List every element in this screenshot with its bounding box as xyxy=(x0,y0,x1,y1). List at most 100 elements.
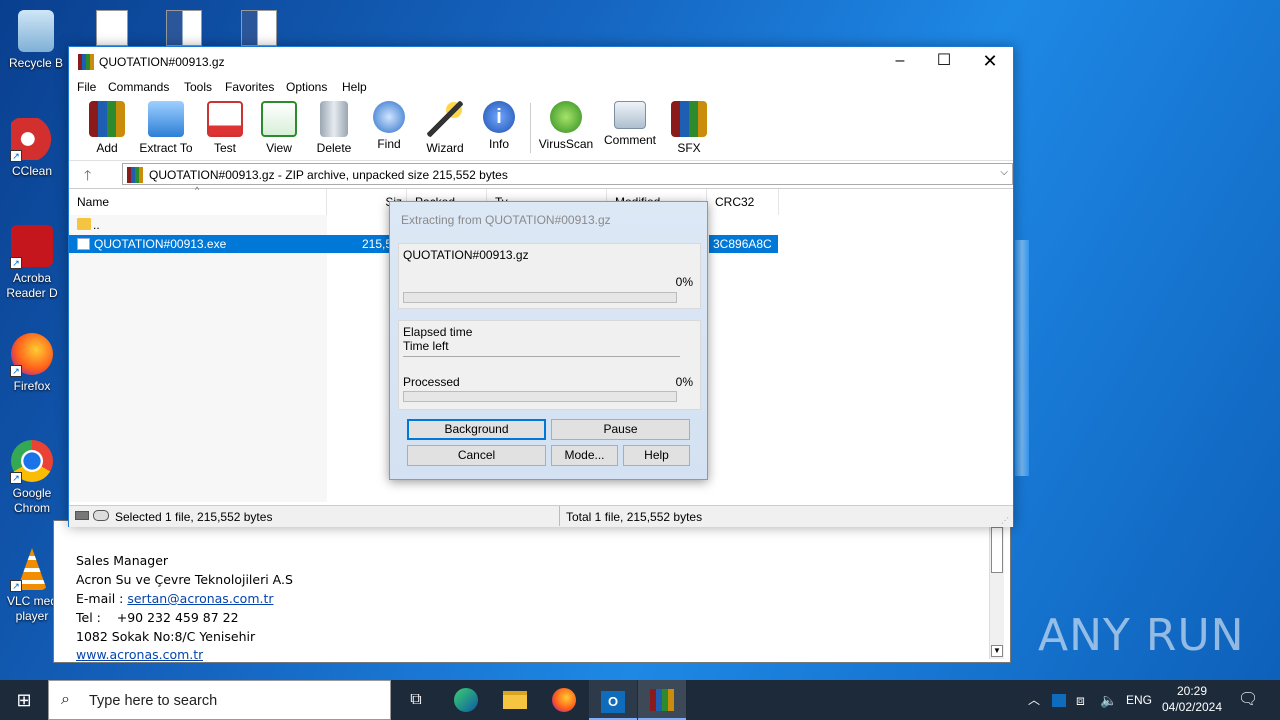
wizard-button[interactable]: Wizard xyxy=(415,99,475,155)
show-hidden-icons-button[interactable]: ︿ xyxy=(1028,680,1048,720)
find-button[interactable]: Find xyxy=(359,99,419,151)
test-button[interactable]: Test xyxy=(195,99,255,155)
desktop-icon-chrome[interactable]: ↗ Google Chrom xyxy=(0,440,64,516)
sort-ascending-icon: ^ xyxy=(195,185,200,195)
status-bar: Selected 1 file, 215,552 bytes Total 1 f… xyxy=(69,505,1013,527)
signature-website[interactable]: www.acronas.com.tr xyxy=(76,647,203,662)
folder-extract-icon xyxy=(148,101,184,137)
anyrun-watermark: ANY RUN xyxy=(1038,610,1245,661)
desktop-icon-label: Reader D xyxy=(6,286,58,300)
maximize-button[interactable]: ☐ xyxy=(921,47,967,77)
menu-commands[interactable]: Commands xyxy=(108,80,169,94)
pause-button[interactable]: Pause xyxy=(551,419,690,440)
comment-icon xyxy=(614,101,646,129)
email-link[interactable]: sertan@acronas.com.tr xyxy=(127,591,273,606)
close-button[interactable]: ✕ xyxy=(967,47,1013,77)
signature-company: Acron Su ve Çevre Teknolojileri A.S xyxy=(76,572,293,587)
clock-time: 20:29 xyxy=(1176,684,1208,698)
search-placeholder: Type here to search xyxy=(89,693,218,709)
signature-title: Sales Manager xyxy=(76,553,169,568)
virus-scan-icon xyxy=(550,101,582,133)
firefox-taskbar-button[interactable] xyxy=(540,680,588,720)
add-button[interactable]: Add xyxy=(77,99,137,155)
extract-to-button[interactable]: Extract To xyxy=(136,99,196,155)
desktop-icon-label: Acroba xyxy=(12,271,52,285)
notifications-icon[interactable]: 🗨 xyxy=(1238,680,1258,720)
delete-button[interactable]: Delete xyxy=(304,99,364,155)
outlook-tray-icon[interactable] xyxy=(1052,680,1066,720)
document-scrollbar[interactable]: ▼ xyxy=(989,525,1004,659)
desktop-icon-acrobat[interactable]: ↗ Acroba Reader D xyxy=(0,225,64,301)
image-file-icon[interactable] xyxy=(96,10,128,46)
menu-file[interactable]: File xyxy=(77,80,96,94)
desktop-icon-recycle-bin[interactable]: Recycle B xyxy=(4,10,68,71)
row-crc-cell[interactable]: 3C896A8C xyxy=(709,235,778,253)
column-name-label: Name xyxy=(77,195,110,209)
sfx-box-icon xyxy=(671,101,707,137)
outlook-taskbar-button[interactable]: O xyxy=(589,680,637,720)
word-document-icon[interactable] xyxy=(166,10,202,46)
language-indicator[interactable]: ENG xyxy=(1126,680,1152,720)
title-bar[interactable]: QUOTATION#00913.gz – ☐ ✕ xyxy=(69,47,1013,77)
background-button[interactable]: Background xyxy=(407,419,546,440)
status-divider xyxy=(559,506,560,526)
comment-label: Comment xyxy=(603,133,656,147)
up-arrow-icon[interactable]: 🡑 xyxy=(84,165,91,189)
window-title: QUOTATION#00913.gz xyxy=(99,55,225,69)
volume-icon[interactable]: 🔈 xyxy=(1100,680,1117,720)
view-button[interactable]: View xyxy=(249,99,309,155)
signature-address: 1082 Sokak No:8/C Yenisehir xyxy=(76,629,256,644)
scroll-down-icon[interactable]: ▼ xyxy=(991,645,1003,657)
task-view-button[interactable]: ⧉ xyxy=(392,680,440,720)
winrar-icon xyxy=(650,689,674,711)
archive-path-field[interactable]: QUOTATION#00913.gz - ZIP archive, unpack… xyxy=(122,163,1013,185)
row-crc: 3C896A8C xyxy=(713,237,772,251)
menu-tools[interactable]: Tools xyxy=(184,80,212,94)
file-explorer-button[interactable] xyxy=(491,680,539,720)
start-button[interactable]: ⊞ xyxy=(0,680,48,720)
winrar-taskbar-button[interactable] xyxy=(638,680,686,720)
desktop-icon-firefox[interactable]: ↗ Firefox xyxy=(0,333,64,394)
menu-options[interactable]: Options xyxy=(286,80,327,94)
chevron-down-icon[interactable]: ⌵ xyxy=(1000,167,1008,178)
edge-taskbar-button[interactable] xyxy=(442,680,490,720)
word-document-icon[interactable] xyxy=(241,10,277,46)
outlook-icon xyxy=(1052,694,1066,708)
info-icon: i xyxy=(483,101,515,133)
desktop-icon-label: Firefox xyxy=(13,379,51,393)
trash-icon xyxy=(320,101,348,137)
desktop-icon-ccleaner[interactable]: ↗ CClean xyxy=(0,118,64,179)
shortcut-arrow-icon: ↗ xyxy=(10,257,22,269)
toolbar: Add Extract To Test View Delete Find Wiz… xyxy=(69,99,1013,157)
magnifier-icon xyxy=(373,101,405,133)
column-header-crc32[interactable]: CRC32 xyxy=(707,189,779,215)
table-row-selected[interactable]: QUOTATION#00913.exe 215,5 xyxy=(69,235,395,253)
cancel-button[interactable]: Cancel xyxy=(407,445,546,466)
clock[interactable]: 20:29 04/02/2024 xyxy=(1160,680,1224,720)
email-document-window: Sales Manager Acron Su ve Çevre Teknoloj… xyxy=(53,520,1011,663)
mode-button[interactable]: Mode... xyxy=(551,445,618,466)
minimize-button[interactable]: – xyxy=(877,47,923,77)
taskbar-search[interactable]: ⌕ Type here to search xyxy=(48,680,391,720)
table-row[interactable]: .. xyxy=(69,216,327,234)
comment-button[interactable]: Comment xyxy=(600,99,660,147)
network-icon[interactable]: ⧈ xyxy=(1076,680,1085,720)
extract-to-label: Extract To xyxy=(139,141,193,155)
wallpaper-light-beam xyxy=(1015,240,1029,476)
delete-label: Delete xyxy=(316,141,352,155)
signature-email-line: E-mail : sertan@acronas.com.tr xyxy=(76,591,274,606)
toolbar-separator xyxy=(530,103,531,153)
find-label: Find xyxy=(377,137,401,151)
resize-grip-icon[interactable]: ⋰ xyxy=(1001,516,1009,525)
sfx-button[interactable]: SFX xyxy=(659,99,719,155)
virusscan-button[interactable]: VirusScan xyxy=(536,99,596,151)
help-button[interactable]: Help xyxy=(623,445,690,466)
menu-help[interactable]: Help xyxy=(342,80,367,94)
scrollbar-thumb[interactable] xyxy=(991,527,1003,573)
info-button[interactable]: i Info xyxy=(469,99,529,151)
menu-favorites[interactable]: Favorites xyxy=(225,80,274,94)
email-label: E-mail : xyxy=(76,591,128,606)
task-view-icon: ⧉ xyxy=(410,691,422,708)
windows-logo-icon: ⊞ xyxy=(16,690,32,710)
status-selection: Selected 1 file, 215,552 bytes xyxy=(115,510,273,524)
